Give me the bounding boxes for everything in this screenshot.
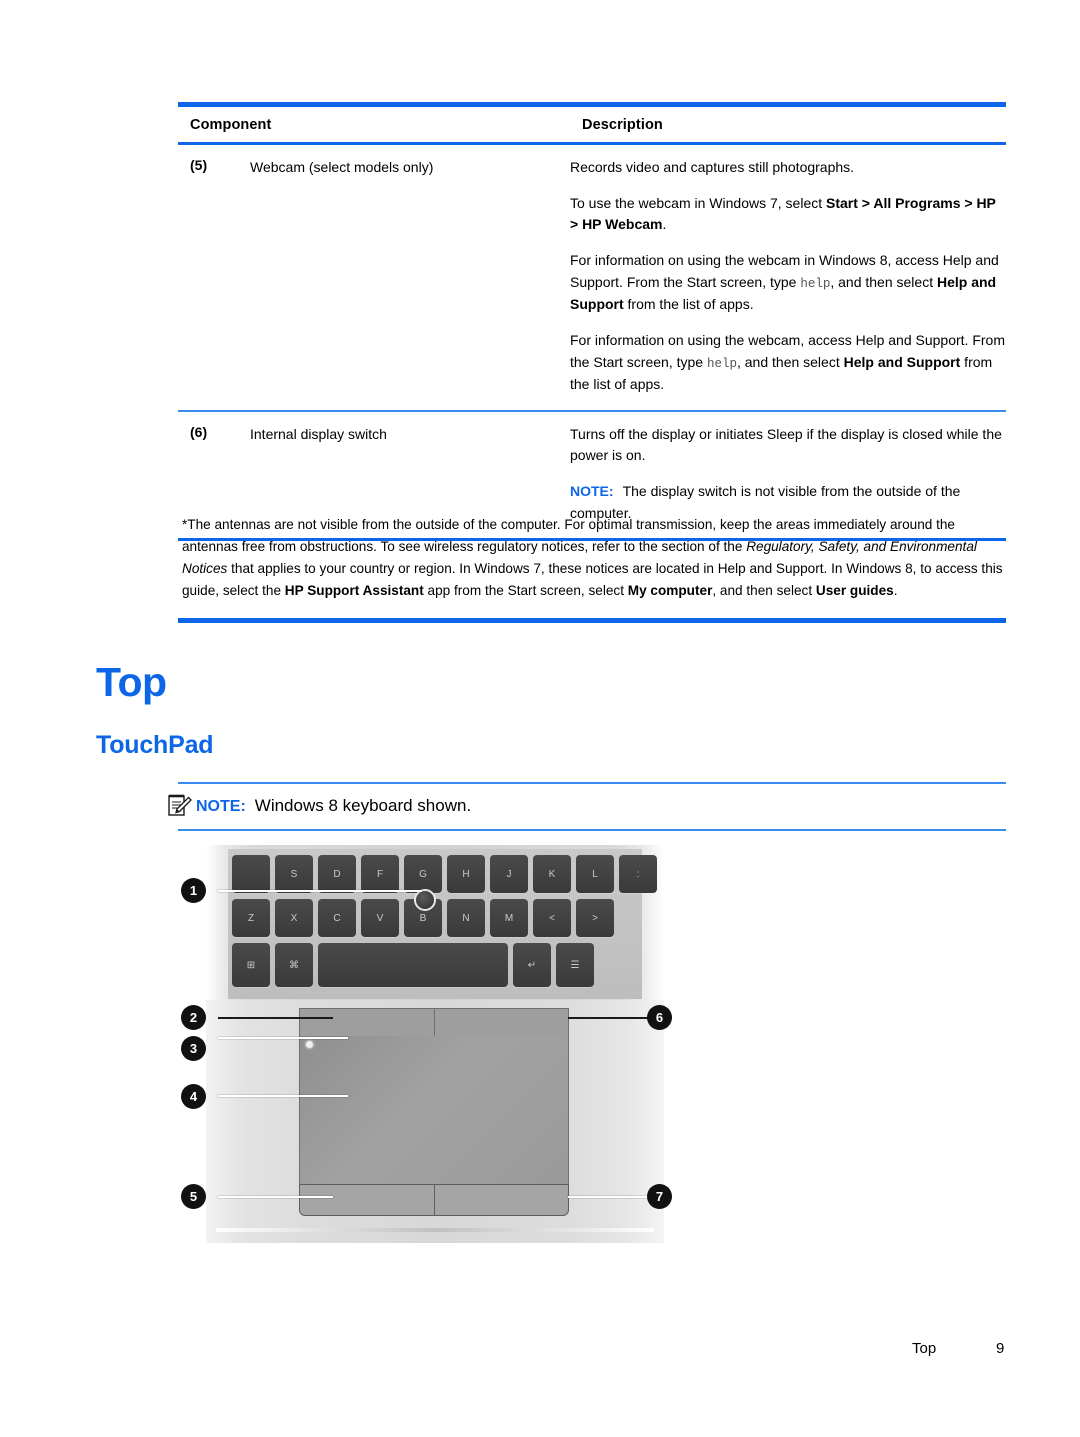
component-table: Component Description (5) Webcam (select… — [178, 102, 1006, 542]
callout-marker-3: 3 — [181, 1036, 206, 1061]
keyboard-key: < — [533, 899, 571, 937]
document-page: Component Description (5) Webcam (select… — [0, 0, 1080, 1437]
keyboard-area: S D F G H J K L : Z X C V B N M < > ⊞ ⌘ … — [228, 849, 657, 999]
row-description: Records video and captures still photogr… — [570, 157, 1006, 396]
leader-line-5 — [218, 1196, 333, 1198]
leader-line-1 — [218, 890, 422, 892]
note-text: NOTE: Windows 8 keyboard shown. — [196, 796, 472, 815]
footer-page-number: 9 — [996, 1340, 1005, 1357]
leader-line-4 — [218, 1095, 348, 1097]
keyboard-key-start: ⊞ — [232, 943, 270, 987]
callout-marker-4: 4 — [181, 1084, 206, 1109]
touchpad-surface — [299, 1036, 569, 1184]
leader-line-2 — [218, 1017, 333, 1019]
desc-paragraph: Turns off the display or initiates Sleep… — [570, 425, 1002, 464]
keyboard-key: K — [533, 855, 571, 893]
desc-paragraph: Records video and captures still photogr… — [570, 159, 855, 175]
keyboard-key-menu: ☰ — [556, 943, 594, 987]
touchpad-on-off-light — [306, 1041, 313, 1048]
keyboard-key-alt: ⌘ — [275, 943, 313, 987]
pointing-stick — [414, 889, 436, 911]
callout-marker-7: 7 — [647, 1184, 672, 1209]
note-bottom-rule — [178, 829, 1006, 831]
touchpad-illustration: S D F G H J K L : Z X C V B N M < > ⊞ ⌘ … — [178, 845, 678, 1250]
note-body: NOTE: Windows 8 keyboard shown. — [168, 784, 1006, 829]
footer-section-label: Top — [912, 1340, 937, 1357]
row-number: (5) — [190, 157, 208, 173]
keyboard-key: S — [275, 855, 313, 893]
keyboard-key: N — [447, 899, 485, 937]
row-component-name: Webcam (select models only) — [250, 159, 434, 175]
pointing-stick-buttons — [299, 1008, 569, 1036]
keyboard-key: D — [318, 855, 356, 893]
desc-paragraph: For information on using the webcam in W… — [570, 252, 999, 313]
table-row: (5) Webcam (select models only) Records … — [178, 145, 1006, 410]
keyboard-key: > — [576, 899, 614, 937]
laptop-top-photo: S D F G H J K L : Z X C V B N M < > ⊞ ⌘ … — [206, 845, 664, 1243]
keyboard-row-home: S D F G H J K L : — [232, 855, 657, 893]
leader-line-3 — [218, 1037, 348, 1039]
note-callout-box: NOTE: Windows 8 keyboard shown. — [168, 782, 1006, 831]
note-pencil-icon — [166, 793, 192, 819]
callout-marker-1: 1 — [181, 878, 206, 903]
keyboard-key: C — [318, 899, 356, 937]
section-heading-touchpad: TouchPad — [96, 731, 214, 759]
callout-marker-2: 2 — [181, 1005, 206, 1030]
touchpad-buttons — [299, 1184, 569, 1216]
keyboard-key-space — [318, 943, 508, 987]
callout-marker-5: 5 — [181, 1184, 206, 1209]
keyboard-key — [232, 855, 270, 893]
desc-paragraph: For information on using the webcam, acc… — [570, 331, 1005, 392]
deck-front-edge — [216, 1228, 654, 1232]
keyboard-row-space: ⊞ ⌘ ↵ ☰ — [232, 943, 594, 987]
keyboard-key: F — [361, 855, 399, 893]
keyboard-key: X — [275, 899, 313, 937]
note-label: NOTE: — [570, 482, 614, 499]
keyboard-key: M — [490, 899, 528, 937]
keyboard-key: L — [576, 855, 614, 893]
table-header-row: Component Description — [178, 107, 1006, 142]
desc-paragraph: To use the webcam in Windows 7, select S… — [570, 194, 996, 233]
keyboard-key-enter: ↵ — [513, 943, 551, 987]
header-component: Component — [190, 117, 272, 133]
keyboard-key: Z — [232, 899, 270, 937]
footnote-bottom-rule — [178, 618, 1006, 623]
keyboard-key: G — [404, 855, 442, 893]
callout-marker-6: 6 — [647, 1005, 672, 1030]
keyboard-key: J — [490, 855, 528, 893]
page-title: Top — [96, 659, 167, 705]
note-label: NOTE: — [196, 798, 246, 815]
keyboard-key: V — [361, 899, 399, 937]
keyboard-key: : — [619, 855, 657, 893]
keyboard-key: H — [447, 855, 485, 893]
footnote-text: *The antennas are not visible from the o… — [182, 517, 1003, 599]
header-description: Description — [582, 117, 663, 133]
